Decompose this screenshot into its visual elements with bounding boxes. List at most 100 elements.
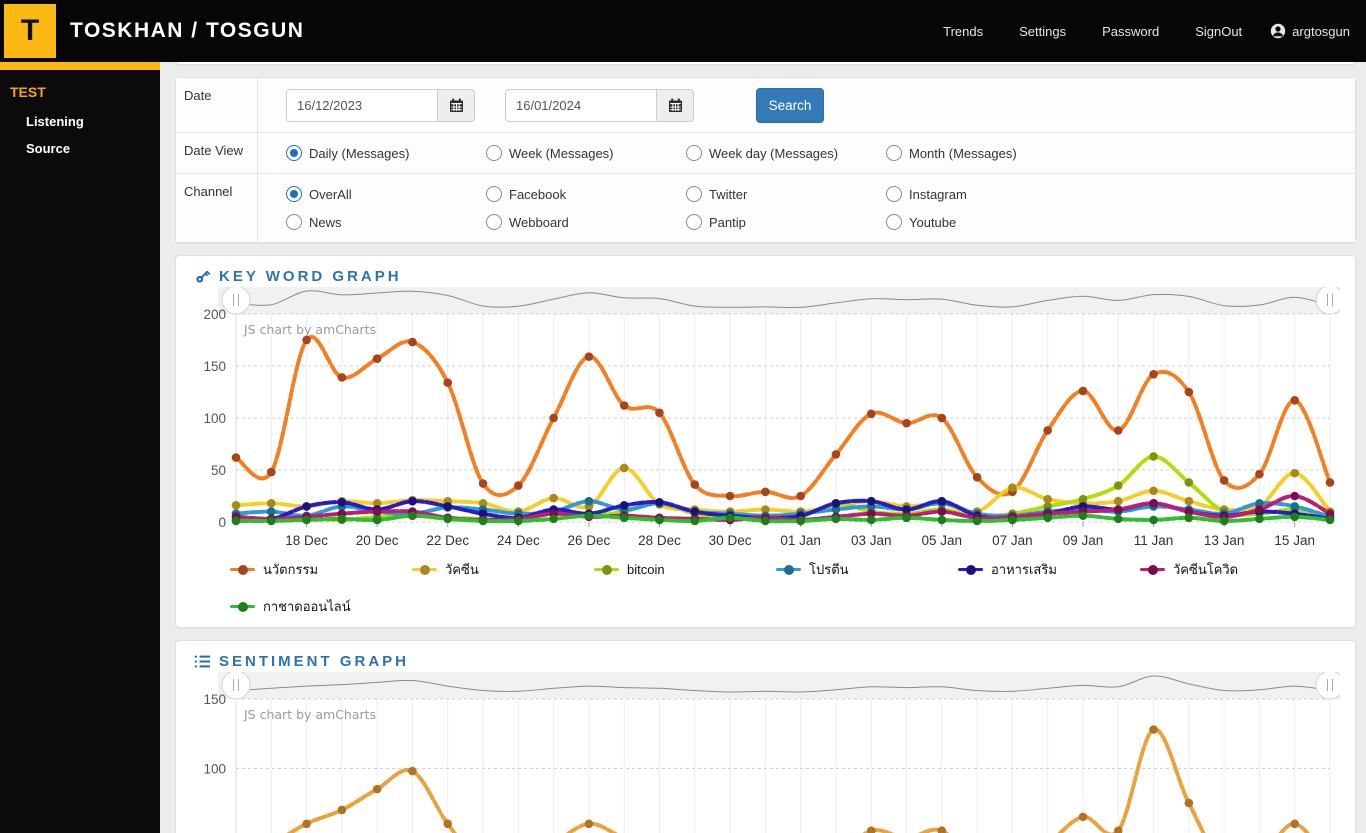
series-bullet-1[interactable] bbox=[1113, 496, 1123, 506]
series-bullet-1[interactable] bbox=[549, 493, 558, 503]
series-bullet-6[interactable] bbox=[1255, 514, 1264, 524]
series-bullet-0[interactable] bbox=[266, 467, 276, 477]
series-bullet-6[interactable] bbox=[549, 514, 558, 524]
legend-item-item-5[interactable]: วัคซีนโควิด bbox=[1140, 559, 1322, 580]
series-bullet-0[interactable] bbox=[866, 409, 876, 419]
series-bullet-5[interactable] bbox=[937, 507, 947, 516]
search-button[interactable]: Search bbox=[756, 87, 824, 123]
series-bullet-1[interactable] bbox=[266, 498, 276, 508]
series-bullet-6[interactable] bbox=[443, 514, 453, 524]
series-bullet-6[interactable] bbox=[1184, 513, 1194, 523]
series-bullet-2[interactable] bbox=[1113, 481, 1123, 490]
series-bullet-2[interactable] bbox=[1184, 478, 1194, 487]
series-bullet-6[interactable] bbox=[1078, 511, 1088, 521]
series-bullet-0[interactable] bbox=[1149, 370, 1158, 379]
series-bullet-6[interactable] bbox=[761, 516, 770, 526]
series-bullet-0[interactable] bbox=[408, 766, 417, 776]
legend-item-item-0[interactable]: นวัตกรรม bbox=[230, 559, 412, 580]
series-bullet-0[interactable] bbox=[690, 480, 700, 489]
channel-option-facebook[interactable]: Facebook bbox=[486, 186, 686, 202]
dateview-option-daily-messages[interactable]: Daily (Messages) bbox=[286, 145, 486, 161]
series-bullet-5[interactable] bbox=[1113, 505, 1123, 514]
series-bullet-0[interactable] bbox=[372, 784, 382, 794]
sentiment-chart-canvas[interactable]: 050100150JS chart by amCharts18 Dec20 De… bbox=[190, 672, 1340, 833]
series-bullet-0[interactable] bbox=[302, 819, 311, 829]
chart-scrollbar-track[interactable] bbox=[218, 672, 1340, 699]
series-bullet-2[interactable] bbox=[1149, 452, 1158, 461]
channel-option-overall[interactable]: OverAll bbox=[286, 186, 486, 202]
chart-scrollbar-handle-right[interactable] bbox=[1315, 672, 1340, 700]
app-logo[interactable]: T bbox=[4, 4, 56, 58]
series-bullet-0[interactable] bbox=[655, 408, 664, 418]
date-from-calendar-button[interactable] bbox=[438, 88, 475, 122]
series-bullet-0[interactable] bbox=[1290, 396, 1300, 405]
legend-item-bitcoin[interactable]: bitcoin bbox=[594, 559, 776, 580]
series-bullet-0[interactable] bbox=[761, 487, 770, 497]
series-bullet-5[interactable] bbox=[1290, 491, 1300, 501]
series-bullet-5[interactable] bbox=[372, 507, 382, 516]
legend-item-item-3[interactable]: โปรตีน bbox=[776, 559, 958, 580]
keyword-chart-canvas[interactable]: 0 50 100 150 200 JS chart by amCharts 18 Dec 20… bbox=[190, 287, 1340, 549]
series-bullet-0[interactable] bbox=[902, 418, 911, 428]
series-bullet-4[interactable] bbox=[443, 502, 453, 511]
series-bullet-6[interactable] bbox=[266, 516, 276, 526]
series-bullet-0[interactable] bbox=[1219, 476, 1229, 485]
dateview-option-week-messages[interactable]: Week (Messages) bbox=[486, 145, 686, 161]
series-bullet-4[interactable] bbox=[831, 498, 841, 508]
series-bullet-0[interactable] bbox=[231, 453, 241, 462]
series-bullet-4[interactable] bbox=[937, 496, 947, 506]
series-bullet-0[interactable] bbox=[1184, 798, 1194, 808]
series-bullet-6[interactable] bbox=[866, 515, 876, 525]
legend-item-item-6[interactable]: กาชาดออนไลน์ bbox=[230, 596, 412, 617]
series-bullet-0[interactable] bbox=[443, 819, 453, 829]
series-bullet-6[interactable] bbox=[655, 515, 664, 525]
series-bullet-6[interactable] bbox=[937, 515, 947, 525]
chart-scrollbar-handle-left[interactable] bbox=[221, 672, 251, 700]
series-bullet-6[interactable] bbox=[725, 513, 735, 523]
series-bullet-6[interactable] bbox=[972, 516, 982, 526]
sidebar-item-source[interactable]: Source bbox=[0, 135, 160, 162]
series-bullet-0[interactable] bbox=[1325, 478, 1335, 487]
series-bullet-0[interactable] bbox=[337, 805, 347, 815]
series-bullet-0[interactable] bbox=[337, 373, 347, 382]
dateview-option-week-day-messages[interactable]: Week day (Messages) bbox=[686, 145, 886, 161]
series-bullet-5[interactable] bbox=[1149, 498, 1158, 508]
user-menu[interactable]: argtosgun bbox=[1270, 23, 1350, 39]
series-bullet-0[interactable] bbox=[408, 337, 417, 347]
series-bullet-5[interactable] bbox=[1255, 505, 1264, 514]
series-bullet-6[interactable] bbox=[514, 516, 523, 526]
series-bullet-6[interactable] bbox=[1290, 512, 1300, 522]
series-bullet-6[interactable] bbox=[1149, 515, 1158, 525]
nav-link-trends[interactable]: Trends bbox=[943, 24, 983, 39]
series-bullet-6[interactable] bbox=[584, 511, 594, 521]
channel-option-webboard[interactable]: Webboard bbox=[486, 214, 686, 230]
series-bullet-0[interactable] bbox=[937, 413, 947, 423]
series-bullet-0[interactable] bbox=[796, 491, 805, 501]
series-bullet-0[interactable] bbox=[549, 413, 558, 423]
series-bullet-6[interactable] bbox=[478, 516, 488, 526]
series-bullet-6[interactable] bbox=[902, 513, 911, 523]
series-bullet-0[interactable] bbox=[584, 352, 594, 361]
series-bullet-0[interactable] bbox=[1078, 386, 1088, 396]
series-bullet-0[interactable] bbox=[1043, 426, 1052, 435]
series-bullet-0[interactable] bbox=[1078, 812, 1088, 822]
series-bullet-0[interactable] bbox=[1255, 469, 1264, 479]
series-bullet-4[interactable] bbox=[302, 502, 311, 511]
series-bullet-0[interactable] bbox=[478, 479, 488, 488]
series-bullet-0[interactable] bbox=[972, 472, 982, 482]
series-bullet-0[interactable] bbox=[584, 819, 594, 829]
channel-option-news[interactable]: News bbox=[286, 214, 486, 230]
series-bullet-6[interactable] bbox=[1219, 516, 1229, 526]
series-bullet-0[interactable] bbox=[1149, 725, 1158, 734]
series-bullet-1[interactable] bbox=[1149, 486, 1158, 496]
series-bullet-6[interactable] bbox=[1043, 513, 1052, 523]
series-bullet-1[interactable] bbox=[1008, 483, 1017, 492]
series-bullet-6[interactable] bbox=[796, 516, 805, 526]
series-bullet-0[interactable] bbox=[1184, 387, 1194, 397]
series-bullet-0[interactable] bbox=[372, 354, 382, 364]
series-bullet-6[interactable] bbox=[1325, 515, 1335, 525]
channel-option-youtube[interactable]: Youtube bbox=[886, 214, 1086, 230]
series-bullet-1[interactable] bbox=[619, 463, 629, 473]
series-bullet-6[interactable] bbox=[619, 513, 629, 523]
series-bullet-1[interactable] bbox=[1184, 496, 1194, 506]
